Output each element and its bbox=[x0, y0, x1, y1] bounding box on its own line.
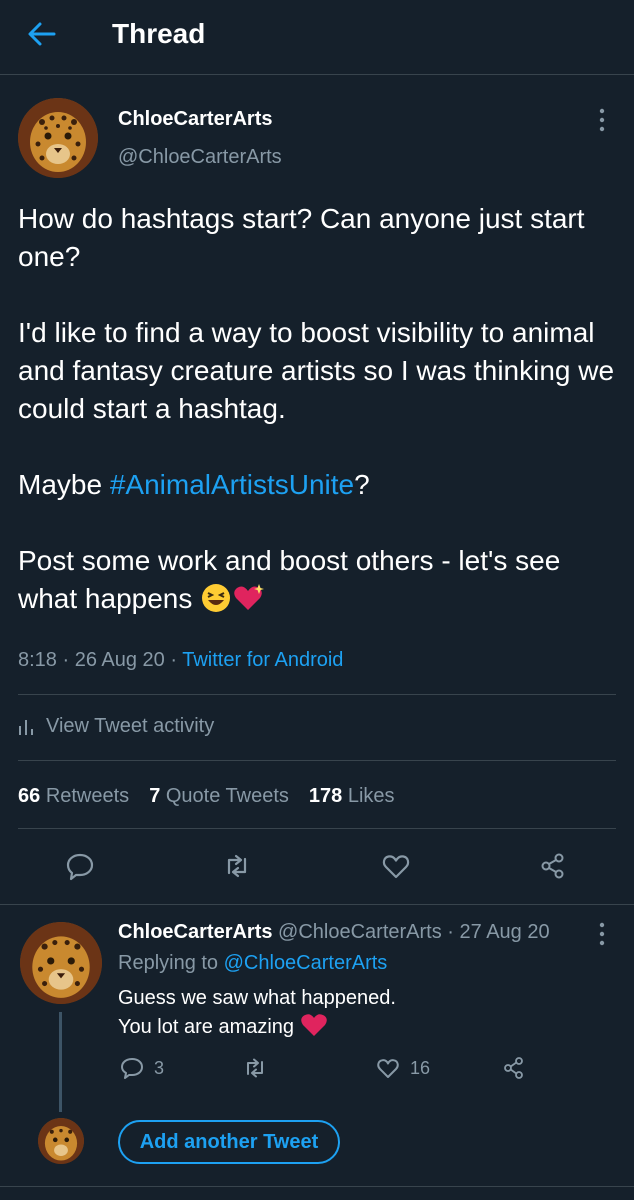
reply-text-content: You lot are amazing bbox=[118, 1016, 295, 1038]
tweet-meta: 8:18 · 26 Aug 20 · Twitter for Android bbox=[18, 649, 344, 671]
more-options-button[interactable] bbox=[592, 106, 612, 134]
share-button[interactable] bbox=[533, 846, 573, 886]
likes-label: Likes bbox=[347, 785, 395, 807]
retweets-stat[interactable]: 66 Retweets bbox=[18, 782, 129, 810]
more-vertical-icon bbox=[599, 922, 605, 946]
retweet-icon bbox=[227, 854, 247, 878]
bar-chart-icon bbox=[19, 720, 33, 735]
arrow-left-icon bbox=[28, 22, 56, 46]
red-heart-icon bbox=[300, 1014, 327, 1036]
retweet-icon bbox=[247, 1058, 263, 1078]
replying-to-handle[interactable]: @ChloeCarterArts bbox=[224, 952, 388, 974]
tweet-text-content: Post some work and boost others - let's … bbox=[18, 545, 561, 614]
thread-connector-line bbox=[59, 1012, 62, 1112]
sparkling-heart-icon bbox=[234, 584, 265, 610]
author-name[interactable]: ChloeCarterArts bbox=[118, 106, 272, 132]
hashtag-link[interactable]: #AnimalArtistsUnite bbox=[110, 469, 354, 500]
retweets-count: 66 bbox=[18, 785, 41, 807]
reply-author-name[interactable]: ChloeCarterArts bbox=[118, 921, 272, 943]
reply-body: Guess we saw what happened. You lot are … bbox=[118, 984, 396, 1041]
share-icon bbox=[504, 1057, 523, 1079]
more-vertical-icon bbox=[599, 108, 605, 132]
tweet-text-line: Post some work and boost others - let's … bbox=[18, 542, 618, 618]
reply-retweet-button[interactable] bbox=[243, 1056, 267, 1080]
retweet-button[interactable] bbox=[217, 846, 257, 886]
divider bbox=[18, 694, 616, 695]
laughing-emoji-icon bbox=[202, 584, 231, 612]
comment-icon bbox=[66, 853, 94, 881]
retweets-label: Retweets bbox=[45, 785, 130, 807]
compose-avatar bbox=[38, 1118, 84, 1164]
tweet-source-link[interactable]: Twitter for Android bbox=[182, 649, 343, 671]
share-icon bbox=[541, 853, 564, 879]
replying-to: Replying to @ChloeCarterArts bbox=[118, 950, 387, 976]
tweet-body: How do hashtags start? Can anyone just s… bbox=[18, 200, 618, 618]
avatar[interactable] bbox=[18, 98, 98, 178]
tweet-text-line: Maybe #AnimalArtistsUnite? bbox=[18, 466, 618, 504]
leopard-avatar-icon bbox=[20, 922, 102, 1004]
divider bbox=[0, 1186, 634, 1187]
reply-count: 3 bbox=[154, 1057, 165, 1078]
back-button[interactable] bbox=[26, 20, 58, 48]
likes-count: 178 bbox=[308, 785, 343, 807]
leopard-avatar-icon bbox=[18, 98, 98, 178]
divider bbox=[0, 904, 634, 905]
page-title: Thread bbox=[112, 18, 206, 49]
tweet-stats: 66 Retweets 7 Quote Tweets 178 Likes bbox=[18, 782, 395, 810]
reply-date: 27 Aug 20 bbox=[459, 921, 550, 943]
tweet-text-line: I'd like to find a way to boost visibili… bbox=[18, 317, 615, 424]
reply-avatar[interactable] bbox=[20, 922, 102, 1004]
like-count: 16 bbox=[410, 1057, 431, 1078]
reply-button[interactable] bbox=[60, 846, 100, 886]
reply-text-line: Guess we saw what happened. bbox=[118, 987, 396, 1009]
quotes-count: 7 bbox=[149, 785, 161, 807]
tweet-text-suffix: ? bbox=[354, 469, 370, 500]
leopard-avatar-icon bbox=[38, 1118, 84, 1164]
tweet-date: 26 Aug 20 bbox=[74, 649, 165, 671]
reply-header: ChloeCarterArts @ChloeCarterArts · 27 Au… bbox=[118, 921, 550, 943]
comment-icon bbox=[121, 1058, 143, 1079]
heart-outline-icon bbox=[377, 1059, 399, 1078]
reply-share-button[interactable] bbox=[502, 1056, 526, 1080]
author-handle[interactable]: @ChloeCarterArts bbox=[118, 144, 282, 170]
reply-author-handle[interactable]: @ChloeCarterArts bbox=[278, 921, 442, 943]
reply-reply-button[interactable]: 3 bbox=[120, 1056, 164, 1080]
header-divider bbox=[0, 74, 634, 75]
reply-like-button[interactable]: 16 bbox=[376, 1056, 430, 1080]
divider bbox=[18, 760, 616, 761]
quote-tweets-stat[interactable]: 7 Quote Tweets bbox=[149, 782, 289, 810]
add-another-tweet-button[interactable]: Add another Tweet bbox=[118, 1120, 340, 1164]
reply-more-options-button[interactable] bbox=[592, 920, 612, 948]
replying-to-label: Replying to bbox=[118, 952, 219, 974]
like-button[interactable] bbox=[376, 846, 416, 886]
tweet-text-line: How do hashtags start? Can anyone just s… bbox=[18, 203, 585, 272]
divider bbox=[18, 828, 616, 829]
tweet-time: 8:18 bbox=[18, 649, 57, 671]
view-activity-link[interactable]: View Tweet activity bbox=[18, 712, 214, 740]
tweet-text-prefix: Maybe bbox=[18, 469, 110, 500]
view-activity-label: View Tweet activity bbox=[46, 715, 215, 737]
heart-outline-icon bbox=[382, 855, 410, 879]
reply-text-line: You lot are amazing bbox=[118, 1012, 396, 1041]
likes-stat[interactable]: 178 Likes bbox=[309, 782, 395, 810]
quotes-label: Quote Tweets bbox=[165, 785, 289, 807]
